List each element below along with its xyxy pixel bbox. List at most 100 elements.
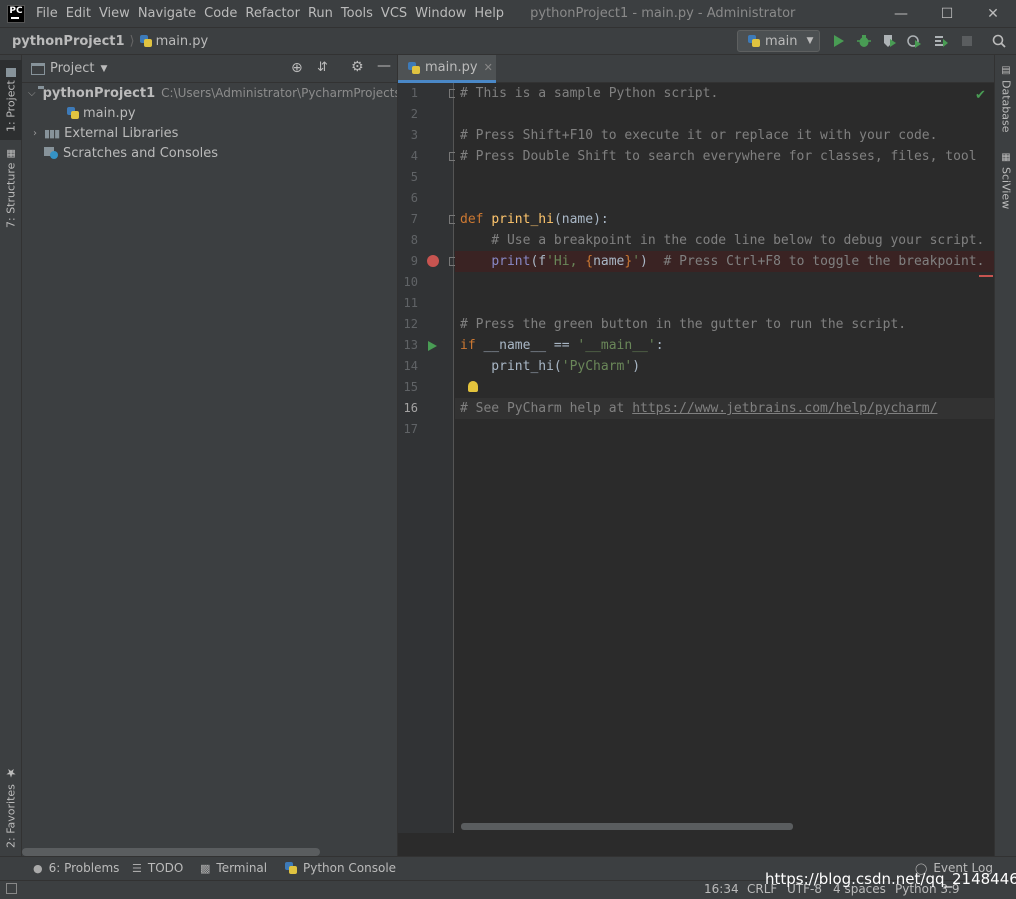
tree-item-main-py[interactable]: main.py	[22, 103, 397, 123]
hide-panel-icon[interactable]: —	[377, 58, 391, 74]
run-config-dropdown[interactable]: main ▼	[737, 30, 820, 52]
error-stripe-mark	[979, 275, 993, 277]
lightbulb-icon[interactable]	[468, 381, 478, 392]
code-editor[interactable]: ✔ # This is a sample Python script. # Pr…	[455, 83, 994, 833]
menu-code[interactable]: Code	[200, 6, 241, 21]
concurrency-icon[interactable]	[933, 33, 949, 49]
project-root-name: pythonProject1	[42, 85, 156, 101]
menu-run[interactable]: Run	[304, 6, 337, 21]
code-text: __name__ ==	[475, 338, 578, 353]
scratches-label: Scratches and Consoles	[63, 145, 219, 161]
editor-bottom-area	[398, 833, 994, 856]
breadcrumb-separator: ⟩	[129, 33, 135, 49]
project-panel-header: Project ▼ ⊕ ⇵ ⚙ —	[22, 55, 397, 83]
search-icon[interactable]	[991, 33, 1007, 49]
python-icon	[748, 35, 760, 47]
collapse-all-icon[interactable]: ⇵	[317, 60, 328, 75]
tree-item-external-libraries[interactable]: › ▮▮▮ External Libraries	[22, 123, 397, 143]
breakpoint-icon[interactable]	[427, 255, 439, 267]
project-panel-title[interactable]: Project	[50, 61, 94, 76]
menu-edit[interactable]: Edit	[62, 6, 95, 21]
tool-windows-icon[interactable]	[6, 883, 17, 894]
watermark: https://blog.csdn.net/qq_21484461	[765, 870, 1016, 888]
code-text: )	[640, 254, 664, 269]
tool-tab-todo[interactable]: ☰ TODO	[132, 861, 183, 875]
comment: # Press the green button in the gutter t…	[460, 317, 907, 332]
line-number: 17	[403, 422, 418, 436]
code-line-7: def print_hi(name):	[460, 209, 609, 230]
breadcrumb-project[interactable]: pythonProject1	[12, 34, 125, 49]
menu-refactor[interactable]: Refactor	[241, 6, 304, 21]
tool-tab-terminal[interactable]: ▩ Terminal	[200, 861, 267, 875]
code-line-14: print_hi('PyCharm')	[460, 356, 640, 377]
tool-tab-problems[interactable]: ● 6: Problems	[33, 861, 119, 875]
editor-gutter[interactable]: 1 2 3 4 5 6 7 8 9 10 11 12 13 14 15 16 1…	[398, 83, 458, 833]
status-caret-position[interactable]: 16:34	[704, 882, 739, 896]
tool-tab-structure[interactable]: 7: Structure ▦	[0, 147, 22, 229]
menu-vcs[interactable]: VCS	[377, 6, 411, 21]
chevron-right-icon[interactable]: ›	[28, 128, 42, 139]
tool-tab-favorites-label: 2: Favorites	[4, 784, 18, 848]
editor-horizontal-scrollbar[interactable]	[461, 823, 793, 830]
library-icon: ▮▮▮	[44, 126, 60, 140]
code-line-3: # Press Shift+F10 to execute it or repla…	[460, 125, 937, 146]
project-view-icon	[31, 63, 45, 75]
tool-tab-terminal-label: Terminal	[216, 861, 268, 875]
tool-tab-database[interactable]: ▤ Database	[995, 63, 1016, 135]
menu-help[interactable]: Help	[470, 6, 508, 21]
breadcrumb-file[interactable]: main.py	[156, 34, 209, 49]
line-number: 13	[403, 338, 418, 352]
chevron-down-icon[interactable]: ▼	[100, 64, 107, 74]
tool-tab-sciview[interactable]: ▦ SciView	[995, 151, 1016, 211]
problems-icon: ●	[33, 861, 43, 875]
line-number: 1	[410, 86, 418, 100]
menu-navigate[interactable]: Navigate	[134, 6, 200, 21]
run-icon[interactable]	[831, 33, 847, 49]
keyword: if	[460, 338, 476, 353]
help-link[interactable]: https://www.jetbrains.com/help/pycharm/	[632, 401, 937, 416]
menu-tools[interactable]: Tools	[337, 6, 377, 21]
code-text: :	[655, 338, 664, 353]
star-icon: ★	[4, 766, 18, 781]
menu-file[interactable]: File	[32, 6, 62, 21]
string: 'PyCharm'	[561, 359, 633, 374]
line-number: 2	[410, 107, 418, 121]
tool-tab-favorites[interactable]: 2: Favorites ★	[0, 765, 22, 849]
locate-icon[interactable]: ⊕	[291, 60, 303, 76]
line-number: 9	[410, 254, 418, 268]
external-libraries-label: External Libraries	[64, 125, 179, 141]
editor-tab-bar: main.py ✕	[398, 55, 994, 83]
close-window-icon[interactable]: ✕	[970, 0, 1016, 27]
window-title: pythonProject1 - main.py - Administrator	[530, 6, 796, 21]
line-number: 4	[410, 149, 418, 163]
minimize-icon[interactable]: —	[878, 0, 924, 27]
file-name: main.py	[83, 105, 136, 121]
tree-item-scratches[interactable]: Scratches and Consoles	[22, 143, 397, 163]
menu-window[interactable]: Window	[411, 6, 470, 21]
coverage-icon[interactable]	[881, 33, 897, 49]
database-icon: ▤	[1000, 65, 1012, 77]
stop-icon[interactable]	[959, 33, 975, 49]
tool-tab-sciview-label: SciView	[999, 167, 1013, 210]
close-icon[interactable]: ✕	[484, 61, 493, 74]
line-number: 15	[403, 380, 418, 394]
menu-view[interactable]: View	[95, 6, 134, 21]
tool-tab-python-console[interactable]: Python Console	[285, 861, 396, 875]
tree-item-project-root[interactable]: ⌵ pythonProject1 C:\Users\Administrator\…	[22, 83, 397, 103]
tool-tab-project[interactable]: 1: Project	[0, 60, 22, 140]
pycharm-logo-icon: PC	[7, 4, 25, 23]
maximize-icon[interactable]: ☐	[924, 0, 970, 27]
tab-label: main.py	[425, 60, 478, 75]
profile-icon[interactable]	[906, 33, 922, 49]
panel-horizontal-scrollbar[interactable]	[22, 848, 320, 856]
code-line-1: # This is a sample Python script.	[460, 83, 718, 104]
chevron-down-icon[interactable]: ⌵	[28, 88, 36, 99]
line-number: 11	[403, 296, 418, 310]
gear-icon[interactable]: ⚙	[351, 59, 364, 75]
tab-main-py[interactable]: main.py ✕	[398, 55, 496, 83]
debug-icon[interactable]	[856, 33, 872, 49]
code-text: name	[593, 254, 625, 269]
run-gutter-icon[interactable]	[428, 340, 437, 355]
code-line-16: # See PyCharm help at https://www.jetbra…	[460, 398, 937, 419]
code-line-8: # Use a breakpoint in the code line belo…	[460, 230, 984, 251]
